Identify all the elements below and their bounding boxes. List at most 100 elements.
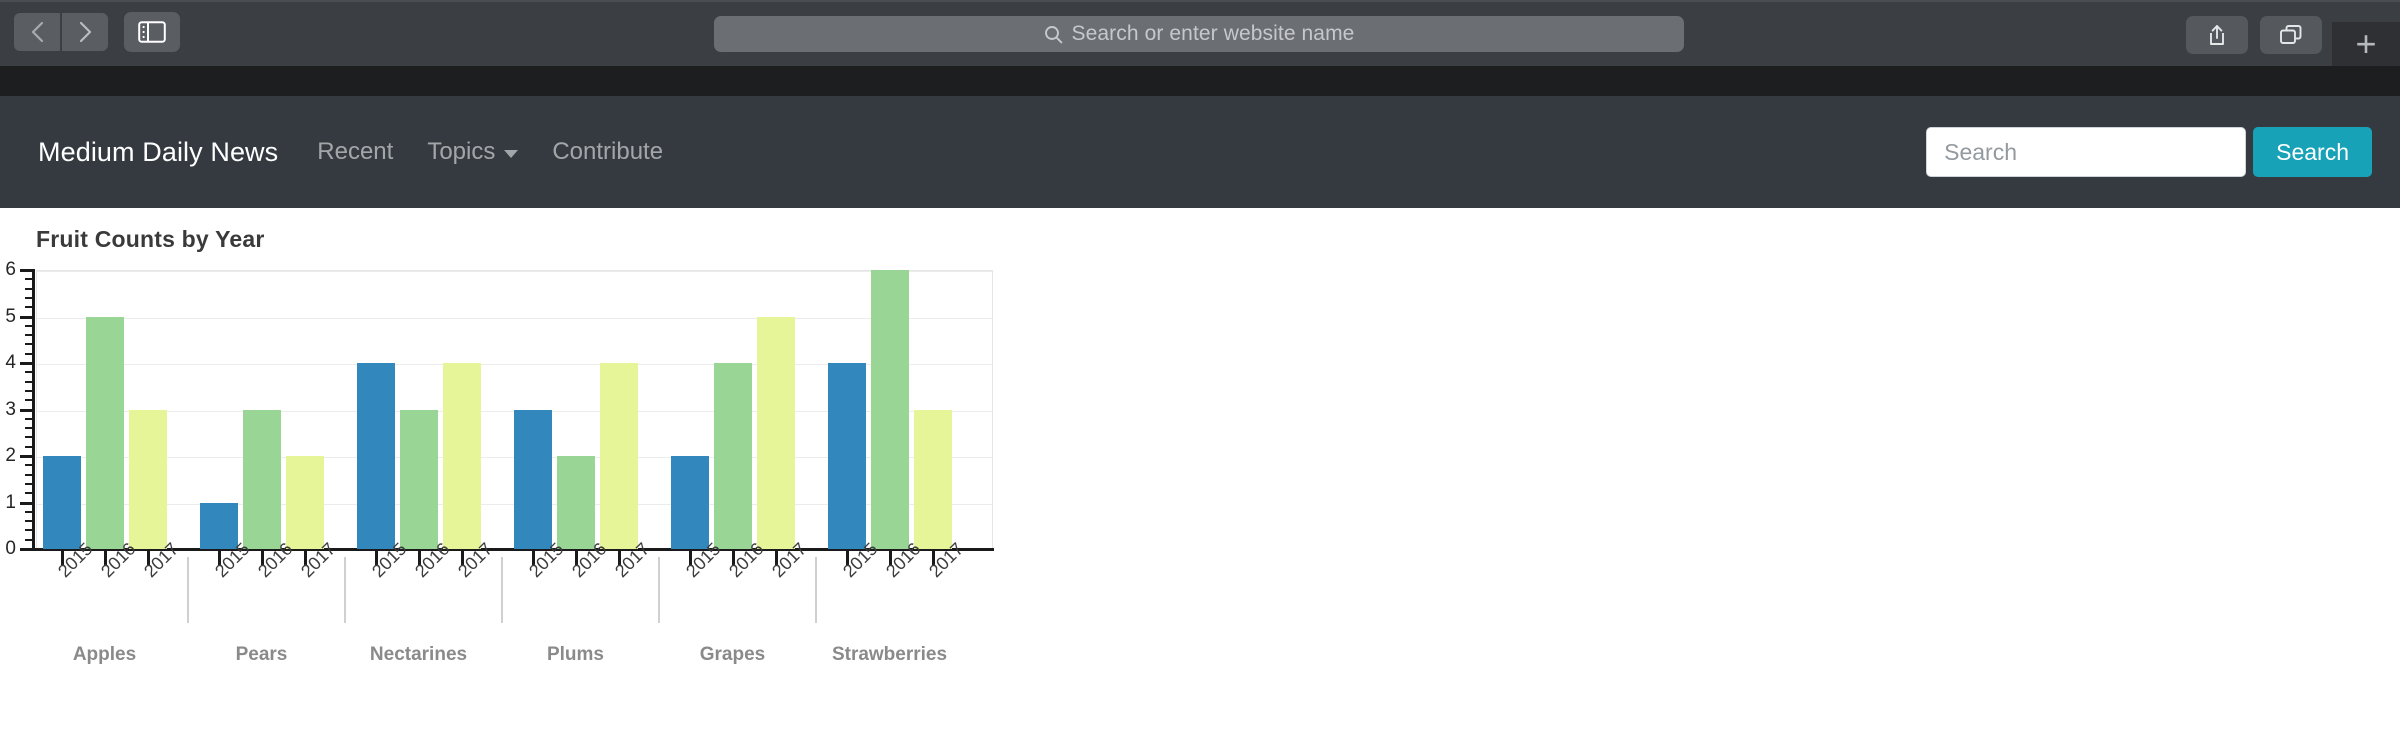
y-axis-minor-tick bbox=[25, 389, 35, 392]
chart-bar[interactable] bbox=[128, 409, 167, 549]
navbar-brand[interactable]: Medium Daily News bbox=[38, 137, 278, 168]
forward-button[interactable] bbox=[62, 13, 108, 51]
y-axis-minor-tick bbox=[25, 492, 35, 495]
tab-overview-button[interactable] bbox=[2260, 16, 2322, 54]
nav-link-contribute[interactable]: Contribute bbox=[535, 138, 680, 166]
browser-tools-group bbox=[2186, 16, 2322, 54]
x-axis-group-separator bbox=[344, 557, 346, 623]
chart-bar[interactable] bbox=[285, 456, 324, 549]
nav-buttons-group bbox=[14, 13, 108, 51]
y-axis-tick bbox=[20, 548, 35, 551]
y-axis-tick-label: 3 bbox=[5, 398, 16, 420]
chart-bar[interactable] bbox=[356, 363, 395, 549]
y-axis-minor-tick bbox=[25, 306, 35, 309]
x-axis-group-separator bbox=[501, 557, 503, 623]
x-axis-group-separator bbox=[815, 557, 817, 623]
y-axis-tick-label: 2 bbox=[5, 445, 16, 466]
y-axis-tick bbox=[20, 501, 35, 505]
y-axis-minor-tick bbox=[25, 278, 35, 281]
address-bar[interactable]: Search or enter website name bbox=[714, 16, 1684, 52]
new-tab-button[interactable]: + bbox=[2332, 22, 2400, 70]
y-axis-minor-tick bbox=[25, 287, 35, 290]
x-axis-group-label: Strawberries bbox=[831, 644, 948, 665]
search-input[interactable] bbox=[1926, 127, 2247, 177]
chevron-right-icon bbox=[79, 21, 91, 43]
y-axis-tick bbox=[20, 455, 35, 458]
y-axis-minor-tick bbox=[25, 529, 35, 532]
chart-bar[interactable] bbox=[242, 409, 281, 549]
chart-bar[interactable] bbox=[827, 363, 866, 549]
chart-bar[interactable] bbox=[85, 316, 124, 549]
sidebar-toggle-icon bbox=[138, 21, 166, 43]
y-axis-tick bbox=[20, 315, 35, 319]
y-axis-tick-label: 4 bbox=[5, 352, 16, 373]
page-body: Fruit Counts by Year 0123456 2015 2016 201… bbox=[0, 208, 2400, 755]
y-axis-minor-tick bbox=[25, 417, 35, 420]
y-axis-minor-tick bbox=[25, 436, 35, 439]
y-axis-minor-tick bbox=[25, 538, 35, 541]
y-axis-minor-tick bbox=[25, 510, 35, 513]
navbar-search-form: Search bbox=[1926, 127, 2372, 177]
browser-tab-strip bbox=[0, 66, 2400, 96]
y-axis-minor-tick bbox=[25, 296, 35, 299]
y-axis-minor-tick bbox=[25, 482, 35, 485]
browser-toolbar: Search or enter website name + bbox=[0, 4, 2400, 70]
navbar-links: Recent Topics Contribute bbox=[300, 138, 680, 166]
chart-bar[interactable] bbox=[599, 363, 638, 549]
chart-bar[interactable] bbox=[513, 409, 552, 549]
y-axis-tick-label: 5 bbox=[5, 305, 16, 327]
y-axis-minor-tick bbox=[25, 352, 35, 355]
chart-bar[interactable] bbox=[556, 456, 595, 549]
back-button[interactable] bbox=[14, 13, 60, 51]
y-axis-minor-tick bbox=[25, 464, 35, 467]
y-axis-tick-label: 1 bbox=[5, 491, 16, 513]
new-tab-plus-icon: + bbox=[2355, 23, 2377, 64]
tab-overview-icon bbox=[2280, 25, 2302, 44]
bar-chart: 0123456 2015 2016 2017 Apples 2015 2016 2017 Pe… bbox=[0, 259, 1020, 665]
chart-bar[interactable] bbox=[713, 363, 752, 549]
nav-link-contribute-label: Contribute bbox=[552, 138, 664, 165]
y-axis-minor-tick bbox=[25, 520, 35, 523]
y-axis-minor-tick bbox=[25, 334, 35, 337]
chart-bar[interactable] bbox=[913, 409, 952, 549]
nav-link-recent[interactable]: Recent bbox=[300, 138, 410, 166]
share-icon bbox=[2210, 25, 2224, 45]
x-axis-group-label: Nectarines bbox=[369, 644, 468, 665]
x-axis-group-separator bbox=[658, 557, 660, 623]
address-bar-content: Search or enter website name bbox=[1044, 22, 1355, 46]
x-axis-group-label: Plums bbox=[546, 644, 605, 665]
x-axis-group-label: Apples bbox=[72, 644, 137, 665]
chevron-down-icon bbox=[504, 149, 519, 158]
y-axis-tick-label: 0 bbox=[5, 538, 16, 559]
y-axis-minor-tick bbox=[25, 399, 35, 402]
chart-bar[interactable] bbox=[399, 409, 438, 549]
search-icon bbox=[1044, 25, 1062, 43]
share-button[interactable] bbox=[2186, 16, 2248, 54]
search-button[interactable]: Search bbox=[2253, 127, 2372, 177]
site-navbar: Medium Daily News Recent Topics Contribu… bbox=[0, 96, 2400, 208]
nav-link-topics-label: Topics bbox=[427, 138, 496, 165]
chart-bar[interactable] bbox=[870, 270, 909, 549]
address-bar-placeholder: Search or enter website name bbox=[1071, 22, 1355, 45]
chart-bar[interactable] bbox=[442, 363, 481, 549]
x-axis-group-separator bbox=[187, 557, 189, 623]
y-axis-minor-tick bbox=[25, 427, 35, 430]
chart-title: Fruit Counts by Year bbox=[36, 226, 265, 252]
chart-bar[interactable] bbox=[42, 456, 81, 549]
x-axis-group-label: Pears bbox=[235, 644, 288, 665]
y-axis-tick-label: 6 bbox=[5, 259, 16, 280]
chart-bars-layer bbox=[36, 270, 993, 549]
browser-chrome: Search or enter website name + bbox=[0, 0, 2400, 70]
y-axis-minor-tick bbox=[25, 473, 35, 476]
chart-bar[interactable] bbox=[756, 316, 795, 549]
y-axis-minor-tick bbox=[25, 371, 35, 374]
y-axis-tick bbox=[20, 408, 35, 412]
chart-bar[interactable] bbox=[670, 456, 709, 549]
nav-link-recent-label: Recent bbox=[317, 138, 394, 165]
nav-link-topics[interactable]: Topics bbox=[410, 138, 535, 166]
y-axis-minor-tick bbox=[25, 380, 35, 383]
y-axis-minor-tick bbox=[25, 343, 35, 346]
chart-bar[interactable] bbox=[199, 502, 238, 549]
sidebar-toggle-button[interactable] bbox=[124, 12, 180, 52]
chevron-left-icon bbox=[31, 21, 43, 43]
